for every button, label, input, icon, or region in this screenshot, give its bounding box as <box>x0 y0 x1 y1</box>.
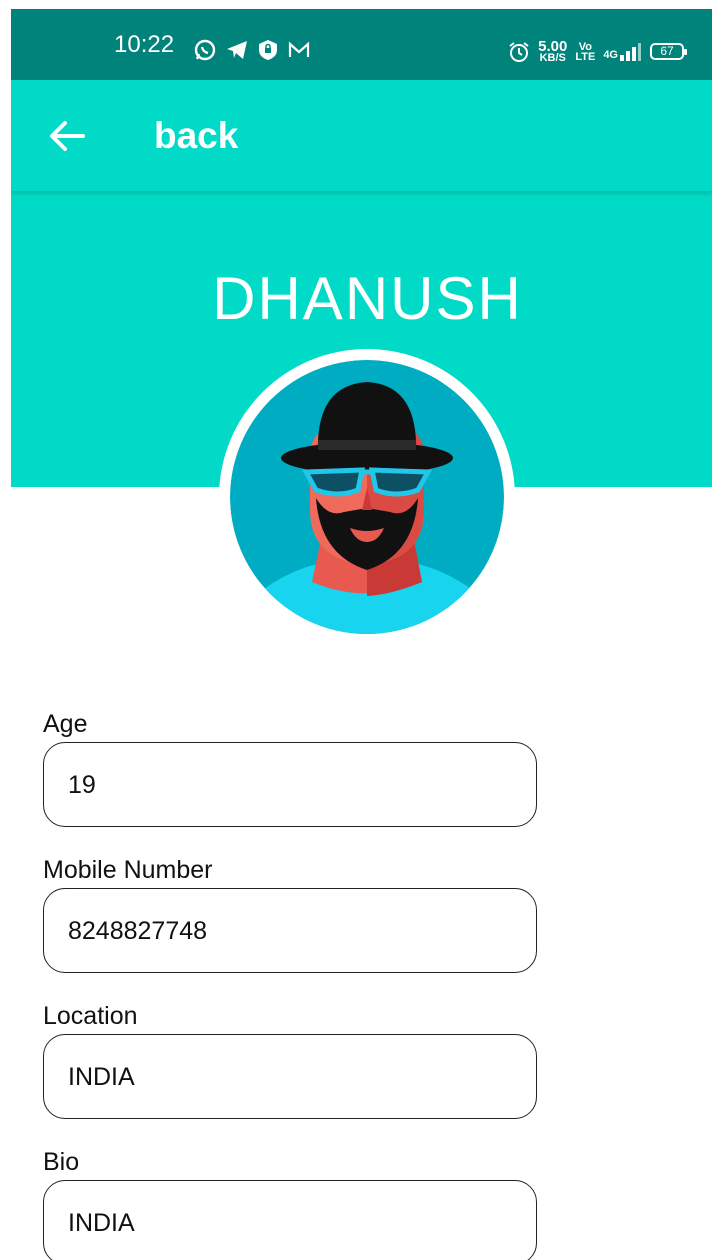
status-bar: 10:22 5.00 KB/S Vo LTE 4G 67 <box>11 9 712 80</box>
app-bar: back <box>11 80 712 191</box>
whatsapp-icon <box>194 39 216 61</box>
location-field[interactable]: INDIA <box>43 1034 537 1119</box>
system-icons: 5.00 KB/S Vo LTE 4G 67 <box>508 39 687 64</box>
age-field[interactable]: 19 <box>43 742 537 827</box>
back-arrow-icon[interactable] <box>47 118 87 154</box>
signal-indicator: 4G <box>603 42 642 61</box>
battery-icon: 67 <box>650 43 687 60</box>
gmail-icon <box>288 41 310 57</box>
mobile-value: 8248827748 <box>68 917 208 945</box>
bio-value: INDIA <box>68 1209 135 1237</box>
avatar-image <box>230 360 504 634</box>
signal-icon <box>620 42 641 61</box>
age-value: 19 <box>68 771 96 799</box>
mobile-field[interactable]: 8248827748 <box>43 888 537 973</box>
volte-indicator: Vo LTE <box>575 40 596 63</box>
back-button[interactable]: back <box>154 115 238 157</box>
location-label: Location <box>43 1002 138 1030</box>
location-value: INDIA <box>68 1063 135 1091</box>
signal-type: 4G <box>603 48 618 61</box>
network-speed-unit: KB/S <box>539 52 566 64</box>
bio-field[interactable]: INDIA <box>43 1180 537 1260</box>
vpn-shield-icon <box>259 40 277 60</box>
profile-name: DHANUSH <box>212 265 523 332</box>
mobile-label: Mobile Number <box>43 856 213 884</box>
notification-icons <box>194 39 310 61</box>
screen: 10:22 5.00 KB/S Vo LTE 4G 67 back DHANUS… <box>11 9 712 1260</box>
avatar <box>219 349 515 645</box>
age-label: Age <box>43 710 88 738</box>
alarm-icon <box>509 41 529 62</box>
network-speed: 5.00 KB/S <box>538 39 567 64</box>
bio-label: Bio <box>43 1148 80 1176</box>
status-time: 10:22 <box>114 31 175 58</box>
telegram-icon <box>227 41 247 59</box>
